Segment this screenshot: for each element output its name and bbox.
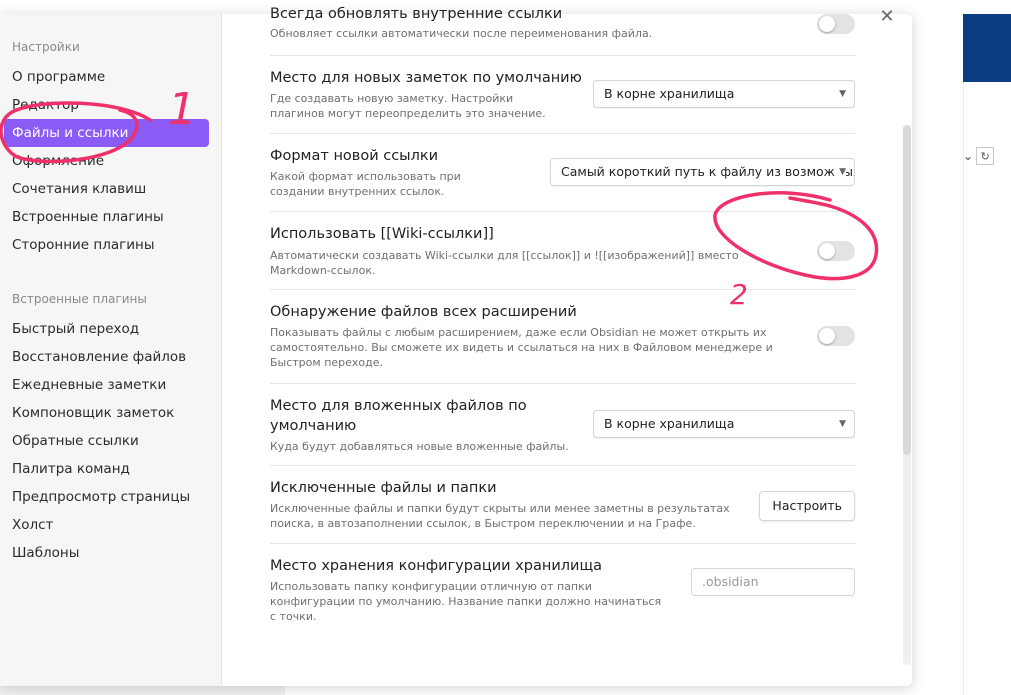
sidebar-item-files-links[interactable]: Файлы и ссылки — [4, 119, 209, 147]
setting-desc: Куда будут добавляться новые вложенные ф… — [270, 440, 569, 453]
setting-title: Использовать [[Wiki-ссылки]] — [270, 226, 494, 242]
chevron-down-icon[interactable]: ⌄ — [963, 149, 973, 163]
setting-desc: Обновляет ссылки автоматически после пер… — [270, 27, 653, 40]
sidebar-item-templates[interactable]: Шаблоны — [0, 539, 221, 567]
config-folder-input[interactable]: .obsidian — [691, 568, 855, 596]
settings-sidebar: Настройки О программе Редактор Файлы и с… — [0, 14, 222, 686]
setting-title: Обнаружение файлов всех расширений — [270, 304, 577, 320]
dropdown-value: В корне хранилища — [604, 86, 735, 101]
dropdown-new-note-location[interactable]: В корне хранилища ▼ — [593, 80, 855, 108]
sidebar-item-page-preview[interactable]: Предпросмотр страницы — [0, 483, 221, 511]
setting-desc: Использовать папку конфигурации отличную… — [270, 580, 662, 623]
dropdown-new-link-format[interactable]: Самый короткий путь к файлу из возможных… — [550, 158, 855, 186]
sidebar-item-core-plugins[interactable]: Встроенные плагины — [0, 203, 221, 231]
close-icon[interactable]: ✕ — [876, 6, 898, 28]
sidebar-item-daily-notes[interactable]: Ежедневные заметки — [0, 371, 221, 399]
setting-desc: Исключенные файлы и папки будут скрыты и… — [270, 502, 730, 530]
sidebar-item-editor[interactable]: Редактор — [0, 91, 221, 119]
setting-desc: Автоматически создавать Wiki-ссылки для … — [270, 249, 739, 277]
setting-config-folder: Место хранения конфигурации хранилища Ис… — [270, 556, 855, 623]
scrollbar[interactable] — [903, 125, 911, 665]
setting-new-note-location: Место для новых заметок по умолчанию Где… — [270, 68, 855, 134]
refresh-icon[interactable]: ↻ — [976, 147, 995, 165]
sidebar-item-about[interactable]: О программе — [0, 63, 221, 91]
chevron-down-icon: ▼ — [835, 159, 846, 185]
setting-desc: Показывать файлы с любым расширением, да… — [270, 326, 773, 369]
sidebar-item-backlinks[interactable]: Обратные ссылки — [0, 427, 221, 455]
setting-detect-all-extensions: Обнаружение файлов всех расширений Показ… — [270, 302, 855, 384]
background-strip — [963, 82, 1011, 695]
setting-desc: Какой формат использовать при создании в… — [270, 170, 461, 198]
setting-desc: Где создавать новую заметку. Настройки п… — [270, 92, 546, 120]
setting-use-wikilinks: Использовать [[Wiki-ссылки]] Автоматичес… — [270, 224, 855, 290]
setting-new-link-format: Формат новой ссылки Какой формат использ… — [270, 146, 855, 212]
toggle-use-wikilinks[interactable] — [817, 241, 855, 261]
sidebar-item-file-recovery[interactable]: Восстановление файлов — [0, 343, 221, 371]
toggle-knob — [819, 16, 835, 32]
dropdown-attachment-location[interactable]: В корне хранилища ▼ — [593, 410, 855, 438]
toggle-knob — [819, 243, 835, 259]
scrollbar-thumb[interactable] — [903, 125, 911, 455]
chevron-down-icon: ▼ — [839, 89, 846, 99]
setting-always-update-links: Всегда обновлять внутренние ссылки Обнов… — [270, 4, 855, 56]
background-header — [963, 14, 1011, 82]
sidebar-item-command-palette[interactable]: Палитра команд — [0, 455, 221, 483]
dropdown-value: В корне хранилища — [604, 416, 735, 431]
sidebar-item-community-plugins[interactable]: Сторонние плагины — [0, 231, 221, 259]
dropdown-value: Самый короткий путь к файлу из возможных — [561, 164, 855, 179]
sidebar-item-canvas[interactable]: Холст — [0, 511, 221, 539]
setting-title: Место для вложенных файлов по умолчанию — [270, 398, 527, 434]
setting-excluded-files: Исключенные файлы и папки Исключенные фа… — [270, 478, 855, 544]
setting-title: Всегда обновлять внутренние ссылки — [270, 6, 563, 22]
setting-attachment-location: Место для вложенных файлов по умолчанию … — [270, 396, 855, 466]
toggle-always-update-links[interactable] — [817, 14, 855, 34]
sidebar-heading-plugins: Встроенные плагины — [12, 292, 147, 306]
background-toolbar: ⌄ ↻ — [963, 146, 1011, 166]
sidebar-heading-settings: Настройки — [12, 40, 80, 54]
sidebar-item-hotkeys[interactable]: Сочетания клавиш — [0, 175, 221, 203]
chevron-down-icon: ▼ — [839, 419, 846, 429]
toggle-detect-all-extensions[interactable] — [817, 326, 855, 346]
sidebar-item-appearance[interactable]: Оформление — [0, 147, 221, 175]
sidebar-item-quick-switcher[interactable]: Быстрый переход — [0, 315, 221, 343]
sidebar-item-note-composer[interactable]: Компоновщик заметок — [0, 399, 221, 427]
toggle-knob — [819, 328, 835, 344]
configure-button[interactable]: Настроить — [759, 491, 855, 521]
